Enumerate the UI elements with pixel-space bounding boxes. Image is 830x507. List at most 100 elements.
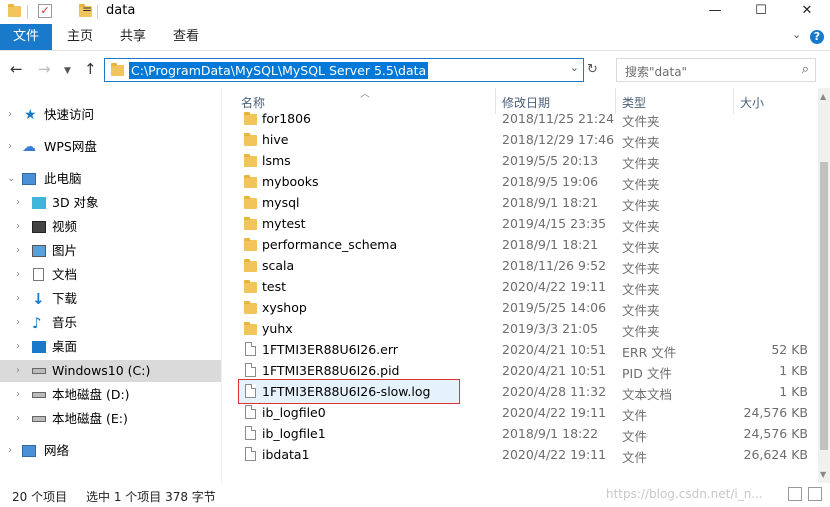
chevron-down-icon[interactable]: ⌄ [7, 168, 15, 190]
nav-item-documents[interactable]: › 文档 [0, 264, 221, 286]
file-date: 2019/3/3 21:05 [502, 321, 599, 336]
tab-home[interactable]: 主页 [58, 24, 102, 50]
scrollbar-thumb[interactable] [820, 162, 828, 450]
search-box[interactable]: 搜索"data" ⌕ [616, 58, 816, 82]
file-date: 2020/4/21 10:51 [502, 363, 607, 378]
tab-view[interactable]: 查看 [164, 24, 208, 50]
picture-icon [32, 245, 46, 257]
tab-share[interactable]: 共享 [111, 24, 155, 50]
nav-item-label: 音乐 [52, 315, 78, 330]
address-path[interactable]: C:\ProgramData\MySQL\MySQL Server 5.5\da… [129, 62, 429, 79]
qat-dropdown-icon[interactable]: = [82, 2, 92, 16]
chevron-right-icon[interactable]: › [16, 264, 20, 286]
file-name: for1806 [262, 111, 311, 126]
nav-item-drive-d[interactable]: › 本地磁盘 (D:) [0, 384, 221, 406]
file-row[interactable]: 1FTMI3ER88U6I26.err 2020/4/21 10:51 ERR 文件… [222, 339, 818, 360]
file-name: 1FTMI3ER88U6I26.pid [262, 363, 400, 378]
refresh-icon[interactable]: ↻ [587, 62, 598, 77]
chevron-right-icon[interactable]: › [8, 104, 12, 126]
details-view-icon[interactable] [788, 487, 802, 501]
chevron-right-icon[interactable]: › [8, 440, 12, 462]
file-row[interactable]: ib_logfile0 2020/4/22 19:11 文件 24,576 KB [222, 402, 818, 423]
chevron-right-icon[interactable]: › [16, 360, 20, 382]
chevron-right-icon[interactable]: › [16, 408, 20, 430]
file-row[interactable]: hive 2018/12/29 17:46 文件夹 [222, 129, 818, 150]
file-row[interactable]: mysql 2018/9/1 18:21 文件夹 [222, 192, 818, 213]
address-bar[interactable]: C:\ProgramData\MySQL\MySQL Server 5.5\da… [104, 58, 584, 82]
help-icon[interactable]: ? [810, 30, 824, 44]
maximize-button[interactable]: ☐ [738, 0, 784, 24]
chevron-right-icon[interactable]: › [16, 312, 20, 334]
nav-item-videos[interactable]: › 视频 [0, 216, 221, 238]
chevron-right-icon[interactable]: › [16, 384, 20, 406]
properties-icon[interactable]: ✓ [38, 4, 52, 18]
folder-icon [244, 301, 257, 314]
tab-file[interactable]: 文件 [0, 24, 52, 50]
search-icon[interactable]: ⌕ [802, 62, 809, 77]
file-type: 文件 [622, 408, 648, 423]
network-icon [22, 445, 36, 457]
file-date: 2018/11/25 21:24 [502, 111, 615, 126]
vertical-scrollbar[interactable]: ▲ ▼ [818, 88, 830, 483]
chevron-right-icon[interactable]: › [16, 336, 20, 358]
chevron-right-icon[interactable]: › [16, 216, 20, 238]
divider [27, 5, 28, 19]
chevron-right-icon[interactable]: › [16, 240, 20, 262]
scroll-up-icon[interactable]: ▲ [820, 92, 826, 101]
address-dropdown-icon[interactable]: ⌄ [570, 61, 579, 74]
folder-icon [244, 259, 257, 272]
scroll-down-icon[interactable]: ▼ [820, 470, 826, 479]
minimize-button[interactable]: — [692, 0, 738, 24]
nav-item-pictures[interactable]: › 图片 [0, 240, 221, 262]
file-size: 1 KB [779, 384, 808, 399]
nav-item-network[interactable]: › 网络 [0, 440, 221, 462]
nav-item-music[interactable]: › ♪ 音乐 [0, 312, 221, 334]
file-type: 文件 [622, 450, 648, 465]
file-row[interactable]: ibdata1 2020/4/22 19:11 文件 26,624 KB [222, 444, 818, 465]
file-name: lsms [262, 153, 291, 168]
chevron-right-icon[interactable]: › [16, 288, 20, 310]
large-icons-view-icon[interactable] [808, 487, 822, 501]
file-row[interactable]: for1806 2018/11/25 21:24 文件夹 [222, 108, 818, 129]
chevron-right-icon[interactable]: › [16, 192, 20, 214]
nav-item-downloads[interactable]: › ↓ 下载 [0, 288, 221, 310]
nav-item-3d-objects[interactable]: › 3D 对象 [0, 192, 221, 214]
nav-item-quick-access[interactable]: › ★ 快速访问 [0, 104, 221, 126]
file-name: mysql [262, 195, 300, 210]
forward-arrow-icon[interactable]: → [38, 60, 51, 78]
file-row[interactable]: mybooks 2018/9/5 19:06 文件夹 [222, 171, 818, 192]
file-row[interactable]: 1FTMI3ER88U6I26.pid 2020/4/21 10:51 PID 文件… [222, 360, 818, 381]
file-type: ERR 文件 [622, 345, 677, 360]
file-row[interactable]: mytest 2019/4/15 23:35 文件夹 [222, 213, 818, 234]
file-row[interactable]: performance_schema 2018/9/1 18:21 文件夹 [222, 234, 818, 255]
file-row[interactable]: 1FTMI3ER88U6I26-slow.log 2020/4/28 11:32 文… [222, 379, 818, 404]
star-icon: ★ [24, 107, 37, 123]
sort-up-icon: ︿ [360, 89, 370, 100]
nav-item-wps-cloud[interactable]: › ☁ WPS网盘 [0, 136, 221, 158]
close-button[interactable]: ✕ [784, 0, 830, 24]
ribbon-tabs: 文件 主页 共享 查看 ⌄ ? [0, 24, 830, 51]
file-row[interactable]: yuhx 2019/3/3 21:05 文件夹 [222, 318, 818, 339]
chevron-right-icon[interactable]: › [8, 136, 12, 158]
recent-locations-chevron-icon[interactable]: ▼ [64, 62, 71, 80]
up-arrow-icon[interactable]: ↑ [84, 60, 97, 78]
file-date: 2020/4/28 11:32 [502, 384, 607, 399]
file-row[interactable]: test 2020/4/22 19:11 文件夹 [222, 276, 818, 297]
nav-item-drive-c[interactable]: › Windows10 (C:) [0, 360, 221, 382]
nav-item-label: 视频 [52, 219, 78, 234]
search-input[interactable]: 搜索"data" [625, 63, 687, 80]
file-date: 2018/9/5 19:06 [502, 174, 599, 189]
drive-icon [32, 368, 46, 374]
nav-item-desktop[interactable]: › 桌面 [0, 336, 221, 358]
file-row[interactable]: xyshop 2019/5/25 14:06 文件夹 [222, 297, 818, 318]
nav-item-this-pc[interactable]: ⌄ 此电脑 [0, 168, 221, 190]
file-date: 2018/9/1 18:21 [502, 195, 599, 210]
file-row[interactable]: ib_logfile1 2018/9/1 18:22 文件 24,576 KB [222, 423, 818, 444]
back-arrow-icon[interactable]: ← [10, 60, 23, 78]
ribbon-collapse-icon[interactable]: ⌄ [792, 28, 801, 41]
file-row[interactable]: lsms 2019/5/5 20:13 文件夹 [222, 150, 818, 171]
nav-item-label: Windows10 (C:) [52, 363, 151, 378]
nav-item-drive-e[interactable]: › 本地磁盘 (E:) [0, 408, 221, 430]
file-row[interactable]: scala 2018/11/26 9:52 文件夹 [222, 255, 818, 276]
folder-icon [244, 133, 257, 146]
